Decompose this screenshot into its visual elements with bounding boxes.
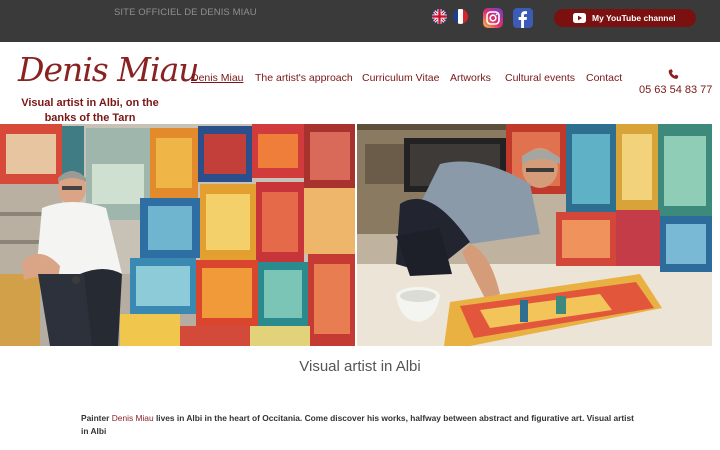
- intro-prefix: Painter: [81, 413, 112, 423]
- site-logo[interactable]: Denis Miau: [18, 46, 199, 94]
- nav-item-artists-approach[interactable]: The artist's approach: [255, 72, 353, 84]
- nav-item-curriculum-vitae[interactable]: Curriculum Vitae: [362, 72, 439, 84]
- youtube-channel-label: My YouTube channel: [592, 13, 676, 23]
- nav-item-denis-miau[interactable]: Denis Miau: [191, 72, 244, 84]
- intro-text: lives in Albi in the heart of Occitania.…: [81, 413, 634, 436]
- nav-item-contact[interactable]: Contact: [586, 72, 622, 84]
- phone-icon: [668, 69, 679, 79]
- flag-uk-icon[interactable]: [432, 9, 447, 24]
- youtube-icon: [573, 13, 586, 23]
- nav-item-artworks[interactable]: Artworks: [450, 72, 491, 84]
- intro-paragraph: Painter Denis Miau lives in Albi in the …: [81, 412, 641, 438]
- youtube-channel-button[interactable]: My YouTube channel: [554, 9, 696, 27]
- phone-number[interactable]: 05 63 54 83 77: [639, 84, 712, 96]
- artist-name-link[interactable]: Denis Miau: [112, 413, 154, 423]
- nav-item-cultural-events[interactable]: Cultural events: [505, 72, 575, 84]
- facebook-icon[interactable]: [513, 8, 533, 28]
- section-title: Visual artist in Albi: [299, 358, 421, 375]
- flag-fr-icon[interactable]: [453, 9, 468, 24]
- site-official-text: SITE OFFICIEL DE DENIS MIAU: [114, 7, 257, 18]
- instagram-icon[interactable]: [483, 8, 503, 28]
- hero-photo: [0, 124, 712, 346]
- site-tagline: Visual artist in Albi, on the banks of t…: [21, 97, 159, 124]
- site-header: Denis Miau Visual artist in Albi, on the…: [0, 42, 720, 124]
- top-bar: SITE OFFICIEL DE DENIS MIAU My YouTube c…: [0, 0, 720, 42]
